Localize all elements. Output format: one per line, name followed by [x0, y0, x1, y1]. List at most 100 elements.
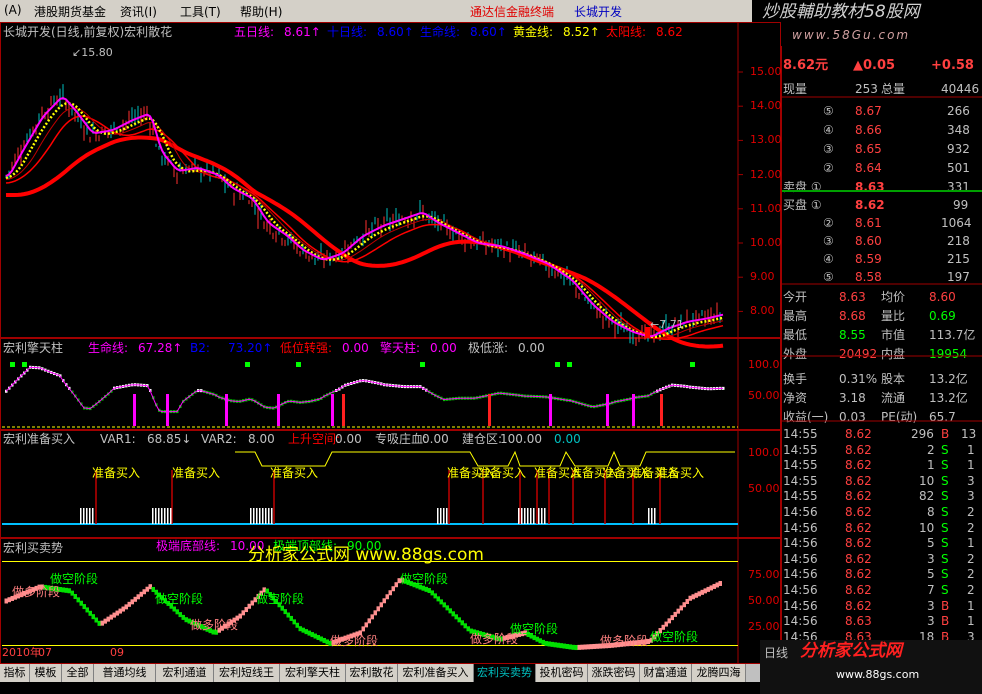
tab-3[interactable]: 普通均线: [94, 664, 156, 682]
trend-block: [373, 610, 377, 616]
trend-block: [7, 597, 11, 603]
tab-5[interactable]: 宏利短线王: [214, 664, 280, 682]
ind1-ytick: 100.0: [748, 358, 780, 371]
indicator-1-plot: [2, 362, 738, 428]
tab-13[interactable]: 龙腾四海: [692, 664, 746, 682]
ind2-legend-value: 0.00: [335, 432, 362, 446]
tab-0[interactable]: 指标: [0, 664, 30, 682]
main-ytick: 14.00: [750, 99, 782, 113]
ind2-legend-label: 上升空间:: [288, 432, 341, 446]
menu-item-news[interactable]: 资讯(I): [120, 3, 157, 20]
ind3-ytick: 25.00: [748, 620, 780, 633]
trend-block: [697, 591, 701, 597]
trend-block: [79, 600, 83, 606]
volume-tick: [521, 508, 523, 524]
tab-6[interactable]: 宏利擎天柱: [280, 664, 346, 682]
trend-block: [427, 588, 431, 594]
signal-square: [567, 362, 572, 367]
volume-tick: [437, 508, 439, 524]
main-ytick: 11.00: [750, 201, 782, 215]
main-legend-value: 8.62: [656, 25, 683, 39]
main-ytick: 9.00: [750, 270, 775, 284]
menu-item-hk-futures[interactable]: 港股期货基金: [34, 3, 106, 20]
logo-url: www.58Gu.com: [792, 28, 911, 42]
tab-9[interactable]: 宏利买卖势: [474, 664, 536, 682]
ind2-legend-label: VAR2:: [201, 432, 237, 446]
trend-block: [709, 585, 713, 591]
ind2-ytick: 100.0: [748, 446, 780, 459]
pillar-bar: [632, 394, 635, 426]
trend-block: [94, 617, 98, 623]
tab-1[interactable]: 模板: [30, 664, 62, 682]
trend-block: [175, 609, 179, 615]
trend-block: [184, 617, 188, 623]
trend-block: [88, 610, 92, 616]
trend-block: [571, 644, 575, 650]
tab-2[interactable]: 全部: [62, 664, 94, 682]
pillar-bar: [225, 394, 228, 426]
trend-block: [241, 610, 245, 616]
ind1-title: 宏利擎天柱: [3, 341, 64, 355]
main-legend-label: 五日线:: [234, 25, 275, 39]
period-label[interactable]: 日线: [764, 646, 788, 660]
pillar-bar: [549, 394, 552, 426]
trend-block: [391, 586, 395, 592]
signal-square: [555, 362, 560, 367]
ind2-title: 宏利准备买入: [3, 432, 76, 446]
tab-10[interactable]: 投机密码: [536, 664, 588, 682]
trend-block: [700, 589, 704, 595]
trend-block: [430, 590, 434, 596]
trend-block: [322, 637, 326, 643]
ind1-legend-label: 低位转强:: [280, 341, 333, 355]
ind2-legend-label: 建仓区:: [462, 432, 503, 446]
menu-item-tools[interactable]: 工具(T): [180, 3, 221, 20]
trend-block: [292, 619, 296, 625]
trend-block: [424, 586, 428, 592]
volume-tick: [544, 508, 546, 524]
tab-7[interactable]: 宏利散花: [346, 664, 398, 682]
menu-item-a[interactable]: (A): [4, 3, 22, 17]
tab-8[interactable]: 宏利准备买入: [398, 664, 474, 682]
trend-block: [685, 598, 689, 604]
trend-block: [325, 639, 329, 645]
signal-square: [10, 362, 15, 367]
trend-block: [247, 603, 251, 609]
main-ytick: 12.00: [750, 167, 782, 181]
trend-block: [577, 644, 581, 650]
trend-block: [589, 644, 593, 650]
trend-block: [310, 632, 314, 638]
trend-block: [715, 582, 719, 588]
volume-tick: [527, 508, 529, 524]
bottom-corner: 日线 分析家公式网 www.88gs.com: [760, 640, 982, 694]
signal-square: [296, 362, 301, 367]
trend-block: [538, 638, 542, 644]
trend-block: [694, 592, 698, 598]
tab-4[interactable]: 宏利通道: [156, 664, 214, 682]
tab-12[interactable]: 财富通道: [640, 664, 692, 682]
ind1-legend-value: 0.00: [430, 341, 457, 355]
menu-item-help[interactable]: 帮助(H): [240, 3, 282, 20]
trend-block: [130, 599, 134, 605]
trend-block: [295, 622, 299, 628]
ind2-legend-label: 专吸庄血:: [375, 432, 428, 446]
trend-block: [283, 609, 287, 615]
trend-block: [136, 594, 140, 600]
trend-block: [550, 641, 554, 647]
annot-high: ↙15.80: [72, 46, 113, 59]
trend-block: [67, 588, 71, 594]
trend-block: [553, 642, 557, 648]
buy-signal-label: 准备买入: [656, 466, 705, 480]
phase-label: 做多阶段: [600, 634, 649, 648]
trend-block: [301, 627, 305, 633]
tab-11[interactable]: 涨跌密码: [588, 664, 640, 682]
volume-tick: [262, 508, 264, 524]
phase-label: 做空阶段: [510, 622, 559, 636]
volume-tick: [440, 508, 442, 524]
trend-block: [103, 618, 107, 624]
trend-block: [100, 620, 104, 626]
ind1-legend-value: 67.28↑: [138, 341, 183, 355]
trend-block: [688, 595, 692, 601]
trend-block: [460, 620, 464, 626]
volume-tick: [170, 508, 172, 524]
ind2-legend-label: VAR1:: [100, 432, 136, 446]
